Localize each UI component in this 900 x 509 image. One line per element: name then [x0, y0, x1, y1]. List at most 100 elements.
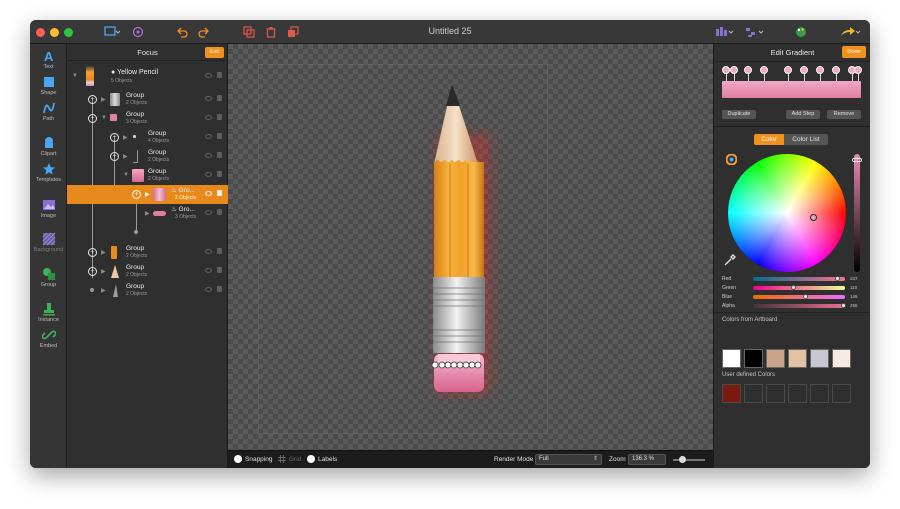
snapping-toggle[interactable]: [234, 455, 242, 463]
visibility-icon[interactable]: [205, 153, 212, 158]
lock-icon[interactable]: [217, 267, 222, 273]
disclosure-triangle-icon[interactable]: ▼: [72, 73, 78, 79]
disclosure-triangle-icon[interactable]: ▶: [123, 153, 128, 160]
blue-slider-knob[interactable]: [803, 294, 808, 299]
visibility-icon[interactable]: [205, 134, 212, 139]
disclosure-triangle-icon[interactable]: ▼: [101, 115, 107, 121]
artboard-swatch[interactable]: [832, 349, 851, 368]
layer-row[interactable]: ▼ Group 2 Objects: [67, 166, 228, 185]
layer-row-selected[interactable]: + ▶ ♨ Gro... 2 Objects: [67, 185, 228, 204]
lock-icon[interactable]: [217, 114, 222, 120]
user-swatch[interactable]: [788, 384, 807, 403]
lock-icon[interactable]: [217, 209, 222, 215]
expand-plus-icon[interactable]: +: [132, 190, 141, 199]
color-palette-icon[interactable]: [794, 24, 808, 40]
layer-row[interactable]: + ▶ Group 2 Objects: [67, 262, 228, 281]
exit-button[interactable]: Exit: [205, 47, 224, 58]
layer-row-root[interactable]: ▼ ● Yellow Pencil 5 Objects: [67, 64, 228, 88]
brightness-slider-knob[interactable]: [852, 158, 862, 162]
disclosure-triangle-icon[interactable]: ▶: [101, 268, 106, 275]
user-swatch[interactable]: [744, 384, 763, 403]
disclosure-triangle-icon[interactable]: ▶: [101, 96, 106, 103]
zoom-field[interactable]: 136.3 %: [628, 454, 666, 465]
gradient-stop[interactable]: [800, 66, 808, 74]
expand-plus-icon[interactable]: +: [88, 248, 97, 257]
alpha-slider-knob[interactable]: [841, 303, 846, 308]
visibility-icon[interactable]: [205, 249, 212, 254]
background-tool[interactable]: Background: [30, 232, 67, 253]
tab-color-list[interactable]: Color List: [784, 134, 828, 145]
color-wheel[interactable]: [728, 154, 846, 272]
visibility-icon[interactable]: [205, 96, 212, 101]
layer-row[interactable]: + ▶ Group 2 Objects: [67, 90, 228, 109]
artboard-swatch[interactable]: [766, 349, 785, 368]
lock-icon[interactable]: [217, 95, 222, 101]
gradient-stop[interactable]: [722, 66, 730, 74]
distribute-icon[interactable]: [744, 24, 766, 40]
group-tool[interactable]: Group: [30, 267, 67, 288]
green-slider[interactable]: [753, 286, 845, 290]
user-swatch[interactable]: [722, 384, 741, 403]
text-tool[interactable]: A Text: [30, 49, 67, 70]
gradient-stop[interactable]: [832, 66, 840, 74]
layer-row[interactable]: + ▶ Group 2 Objects: [67, 243, 228, 262]
expand-plus-icon[interactable]: +: [110, 152, 119, 161]
color-wheel-handle[interactable]: [810, 214, 817, 221]
canvas[interactable]: [228, 44, 713, 450]
visibility-icon[interactable]: [205, 287, 212, 292]
visibility-icon[interactable]: [205, 115, 212, 120]
gradient-preview-bar[interactable]: [722, 81, 861, 98]
labels-toggle[interactable]: [307, 455, 315, 463]
disclosure-triangle-icon[interactable]: ▶: [123, 134, 128, 141]
instance-tool[interactable]: Instance: [30, 302, 67, 323]
gradient-stop[interactable]: [816, 66, 824, 74]
red-slider-knob[interactable]: [835, 276, 840, 281]
visibility-icon[interactable]: [205, 191, 212, 196]
visibility-icon[interactable]: [205, 268, 212, 273]
gradient-stop[interactable]: [760, 66, 768, 74]
layer-row[interactable]: + ▼ Group 3 Objects: [67, 109, 228, 128]
lock-icon[interactable]: [217, 190, 222, 196]
image-tool[interactable]: Image: [30, 198, 67, 219]
path-tool[interactable]: Path: [30, 101, 67, 122]
layer-row[interactable]: ▶ ♨ Gro... 3 Objects: [67, 204, 228, 223]
zoom-slider[interactable]: [673, 459, 705, 461]
artboard-swatch[interactable]: [722, 349, 741, 368]
disclosure-triangle-icon[interactable]: ▼: [123, 172, 129, 178]
gradient-stop[interactable]: [744, 66, 752, 74]
gradient-stop[interactable]: [854, 66, 862, 74]
expand-plus-icon[interactable]: +: [88, 95, 97, 104]
disclosure-triangle-icon[interactable]: ▶: [101, 249, 106, 256]
visibility-icon[interactable]: [205, 73, 212, 78]
green-slider-knob[interactable]: [791, 285, 796, 290]
lock-icon[interactable]: [217, 72, 222, 78]
shape-tool[interactable]: Shape: [30, 75, 67, 96]
eyedropper-icon[interactable]: [724, 254, 736, 266]
share-icon[interactable]: [838, 24, 862, 40]
blue-slider[interactable]: [753, 295, 845, 299]
lock-icon[interactable]: [217, 133, 222, 139]
expand-plus-icon[interactable]: +: [88, 267, 97, 276]
visibility-icon[interactable]: [205, 210, 212, 215]
alpha-slider[interactable]: [753, 304, 845, 308]
color-wheel-mode-icon[interactable]: [726, 154, 737, 165]
templates-tool[interactable]: Templates: [30, 162, 67, 183]
disclosure-triangle-icon[interactable]: ▶: [101, 287, 106, 294]
artboard-swatch[interactable]: [810, 349, 829, 368]
zoom-slider-knob[interactable]: [679, 456, 686, 463]
align-icon[interactable]: [714, 24, 736, 40]
user-swatch[interactable]: [832, 384, 851, 403]
duplicate-step-button[interactable]: Duplicate: [722, 110, 756, 119]
lock-icon[interactable]: [217, 171, 222, 177]
gradient-stop[interactable]: [784, 66, 792, 74]
artboard-swatch[interactable]: [788, 349, 807, 368]
visibility-icon[interactable]: [205, 172, 212, 177]
user-swatch[interactable]: [766, 384, 785, 403]
red-slider[interactable]: [753, 277, 845, 281]
layer-row[interactable]: + ▶ Group 4 Objects: [67, 128, 228, 147]
remove-step-button[interactable]: Remove: [827, 110, 861, 119]
expand-plus-icon[interactable]: +: [110, 133, 119, 142]
layer-row[interactable]: + ▶ Group 2 Objects: [67, 147, 228, 166]
clipart-tool[interactable]: Clipart: [30, 136, 67, 157]
artboard-swatch[interactable]: [744, 349, 763, 368]
